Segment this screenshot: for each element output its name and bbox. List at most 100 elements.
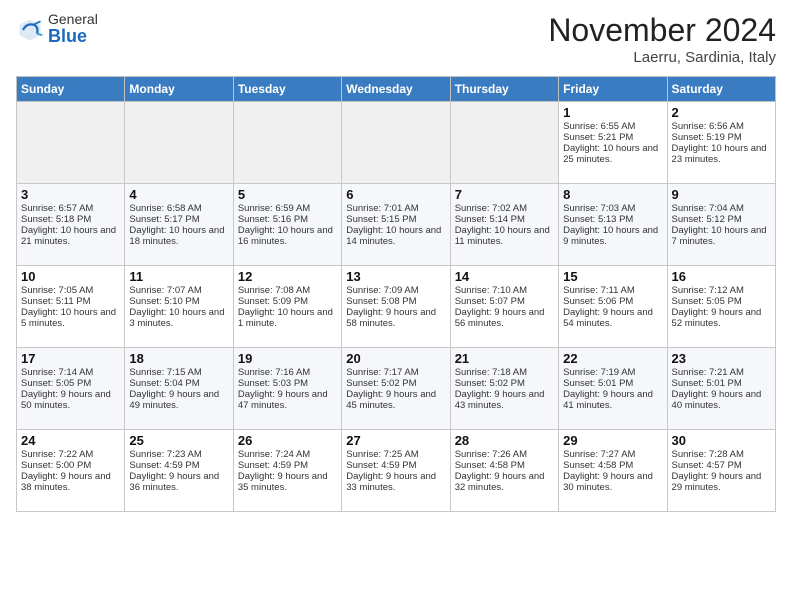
calendar-cell: 21Sunrise: 7:18 AMSunset: 5:02 PMDayligh… xyxy=(450,348,558,430)
day-info: Sunrise: 6:57 AMSunset: 5:18 PMDaylight:… xyxy=(21,203,116,247)
col-tuesday: Tuesday xyxy=(233,77,341,102)
day-info: Sunrise: 7:07 AMSunset: 5:10 PMDaylight:… xyxy=(129,285,224,329)
calendar-cell: 7Sunrise: 7:02 AMSunset: 5:14 PMDaylight… xyxy=(450,184,558,266)
day-info: Sunrise: 6:59 AMSunset: 5:16 PMDaylight:… xyxy=(238,203,333,247)
calendar-cell: 4Sunrise: 6:58 AMSunset: 5:17 PMDaylight… xyxy=(125,184,233,266)
day-number: 28 xyxy=(455,433,554,448)
day-number: 26 xyxy=(238,433,337,448)
calendar-cell: 26Sunrise: 7:24 AMSunset: 4:59 PMDayligh… xyxy=(233,430,341,512)
day-info: Sunrise: 7:26 AMSunset: 4:58 PMDaylight:… xyxy=(455,449,545,493)
logo-blue-text: Blue xyxy=(48,27,98,47)
day-info: Sunrise: 7:01 AMSunset: 5:15 PMDaylight:… xyxy=(346,203,441,247)
calendar-cell: 6Sunrise: 7:01 AMSunset: 5:15 PMDaylight… xyxy=(342,184,450,266)
day-info: Sunrise: 7:21 AMSunset: 5:01 PMDaylight:… xyxy=(672,367,762,411)
calendar-cell: 1Sunrise: 6:55 AMSunset: 5:21 PMDaylight… xyxy=(559,102,667,184)
day-number: 7 xyxy=(455,187,554,202)
day-info: Sunrise: 7:11 AMSunset: 5:06 PMDaylight:… xyxy=(563,285,653,329)
calendar-cell: 19Sunrise: 7:16 AMSunset: 5:03 PMDayligh… xyxy=(233,348,341,430)
header: General Blue November 2024 Laerru, Sardi… xyxy=(16,12,776,66)
calendar-cell: 16Sunrise: 7:12 AMSunset: 5:05 PMDayligh… xyxy=(667,266,775,348)
col-sunday: Sunday xyxy=(17,77,125,102)
calendar-cell xyxy=(125,102,233,184)
day-number: 10 xyxy=(21,269,120,284)
day-number: 25 xyxy=(129,433,228,448)
day-info: Sunrise: 7:02 AMSunset: 5:14 PMDaylight:… xyxy=(455,203,550,247)
day-number: 12 xyxy=(238,269,337,284)
calendar-cell: 29Sunrise: 7:27 AMSunset: 4:58 PMDayligh… xyxy=(559,430,667,512)
day-number: 2 xyxy=(672,105,771,120)
day-info: Sunrise: 6:56 AMSunset: 5:19 PMDaylight:… xyxy=(672,121,767,165)
logo-general-text: General xyxy=(48,12,98,27)
calendar-cell: 20Sunrise: 7:17 AMSunset: 5:02 PMDayligh… xyxy=(342,348,450,430)
day-info: Sunrise: 7:04 AMSunset: 5:12 PMDaylight:… xyxy=(672,203,767,247)
day-info: Sunrise: 7:05 AMSunset: 5:11 PMDaylight:… xyxy=(21,285,116,329)
calendar-cell: 30Sunrise: 7:28 AMSunset: 4:57 PMDayligh… xyxy=(667,430,775,512)
calendar-cell: 5Sunrise: 6:59 AMSunset: 5:16 PMDaylight… xyxy=(233,184,341,266)
day-number: 1 xyxy=(563,105,662,120)
day-number: 27 xyxy=(346,433,445,448)
day-info: Sunrise: 7:28 AMSunset: 4:57 PMDaylight:… xyxy=(672,449,762,493)
calendar-cell: 28Sunrise: 7:26 AMSunset: 4:58 PMDayligh… xyxy=(450,430,558,512)
calendar-week-5: 24Sunrise: 7:22 AMSunset: 5:00 PMDayligh… xyxy=(17,430,776,512)
day-number: 18 xyxy=(129,351,228,366)
title-block: November 2024 Laerru, Sardinia, Italy xyxy=(548,12,776,66)
day-number: 23 xyxy=(672,351,771,366)
day-number: 29 xyxy=(563,433,662,448)
day-number: 13 xyxy=(346,269,445,284)
day-info: Sunrise: 7:24 AMSunset: 4:59 PMDaylight:… xyxy=(238,449,328,493)
calendar-week-2: 3Sunrise: 6:57 AMSunset: 5:18 PMDaylight… xyxy=(17,184,776,266)
day-info: Sunrise: 7:03 AMSunset: 5:13 PMDaylight:… xyxy=(563,203,658,247)
calendar: Sunday Monday Tuesday Wednesday Thursday… xyxy=(16,76,776,512)
day-number: 30 xyxy=(672,433,771,448)
logo-text: General Blue xyxy=(48,12,98,47)
calendar-cell: 17Sunrise: 7:14 AMSunset: 5:05 PMDayligh… xyxy=(17,348,125,430)
day-info: Sunrise: 7:27 AMSunset: 4:58 PMDaylight:… xyxy=(563,449,653,493)
calendar-body: 1Sunrise: 6:55 AMSunset: 5:21 PMDaylight… xyxy=(17,102,776,512)
day-info: Sunrise: 7:12 AMSunset: 5:05 PMDaylight:… xyxy=(672,285,762,329)
day-info: Sunrise: 7:17 AMSunset: 5:02 PMDaylight:… xyxy=(346,367,436,411)
day-info: Sunrise: 6:55 AMSunset: 5:21 PMDaylight:… xyxy=(563,121,658,165)
calendar-cell: 23Sunrise: 7:21 AMSunset: 5:01 PMDayligh… xyxy=(667,348,775,430)
day-number: 3 xyxy=(21,187,120,202)
days-of-week-row: Sunday Monday Tuesday Wednesday Thursday… xyxy=(17,77,776,102)
calendar-cell: 12Sunrise: 7:08 AMSunset: 5:09 PMDayligh… xyxy=(233,266,341,348)
calendar-cell: 22Sunrise: 7:19 AMSunset: 5:01 PMDayligh… xyxy=(559,348,667,430)
day-info: Sunrise: 7:25 AMSunset: 4:59 PMDaylight:… xyxy=(346,449,436,493)
day-number: 11 xyxy=(129,269,228,284)
col-friday: Friday xyxy=(559,77,667,102)
calendar-cell: 8Sunrise: 7:03 AMSunset: 5:13 PMDaylight… xyxy=(559,184,667,266)
calendar-cell: 2Sunrise: 6:56 AMSunset: 5:19 PMDaylight… xyxy=(667,102,775,184)
day-info: Sunrise: 6:58 AMSunset: 5:17 PMDaylight:… xyxy=(129,203,224,247)
calendar-cell xyxy=(233,102,341,184)
day-info: Sunrise: 7:14 AMSunset: 5:05 PMDaylight:… xyxy=(21,367,111,411)
calendar-cell: 15Sunrise: 7:11 AMSunset: 5:06 PMDayligh… xyxy=(559,266,667,348)
day-number: 20 xyxy=(346,351,445,366)
calendar-cell: 25Sunrise: 7:23 AMSunset: 4:59 PMDayligh… xyxy=(125,430,233,512)
day-number: 6 xyxy=(346,187,445,202)
day-info: Sunrise: 7:23 AMSunset: 4:59 PMDaylight:… xyxy=(129,449,219,493)
calendar-cell: 13Sunrise: 7:09 AMSunset: 5:08 PMDayligh… xyxy=(342,266,450,348)
month-title: November 2024 xyxy=(548,12,776,49)
calendar-week-1: 1Sunrise: 6:55 AMSunset: 5:21 PMDaylight… xyxy=(17,102,776,184)
logo: General Blue xyxy=(16,12,98,47)
calendar-cell xyxy=(17,102,125,184)
calendar-cell: 14Sunrise: 7:10 AMSunset: 5:07 PMDayligh… xyxy=(450,266,558,348)
day-info: Sunrise: 7:15 AMSunset: 5:04 PMDaylight:… xyxy=(129,367,219,411)
calendar-cell xyxy=(450,102,558,184)
calendar-cell: 10Sunrise: 7:05 AMSunset: 5:11 PMDayligh… xyxy=(17,266,125,348)
day-number: 14 xyxy=(455,269,554,284)
col-wednesday: Wednesday xyxy=(342,77,450,102)
calendar-cell: 24Sunrise: 7:22 AMSunset: 5:00 PMDayligh… xyxy=(17,430,125,512)
day-info: Sunrise: 7:18 AMSunset: 5:02 PMDaylight:… xyxy=(455,367,545,411)
day-info: Sunrise: 7:10 AMSunset: 5:07 PMDaylight:… xyxy=(455,285,545,329)
day-number: 21 xyxy=(455,351,554,366)
day-info: Sunrise: 7:19 AMSunset: 5:01 PMDaylight:… xyxy=(563,367,653,411)
calendar-cell: 11Sunrise: 7:07 AMSunset: 5:10 PMDayligh… xyxy=(125,266,233,348)
day-info: Sunrise: 7:08 AMSunset: 5:09 PMDaylight:… xyxy=(238,285,333,329)
col-saturday: Saturday xyxy=(667,77,775,102)
day-number: 24 xyxy=(21,433,120,448)
day-number: 22 xyxy=(563,351,662,366)
col-thursday: Thursday xyxy=(450,77,558,102)
calendar-cell: 3Sunrise: 6:57 AMSunset: 5:18 PMDaylight… xyxy=(17,184,125,266)
day-number: 8 xyxy=(563,187,662,202)
